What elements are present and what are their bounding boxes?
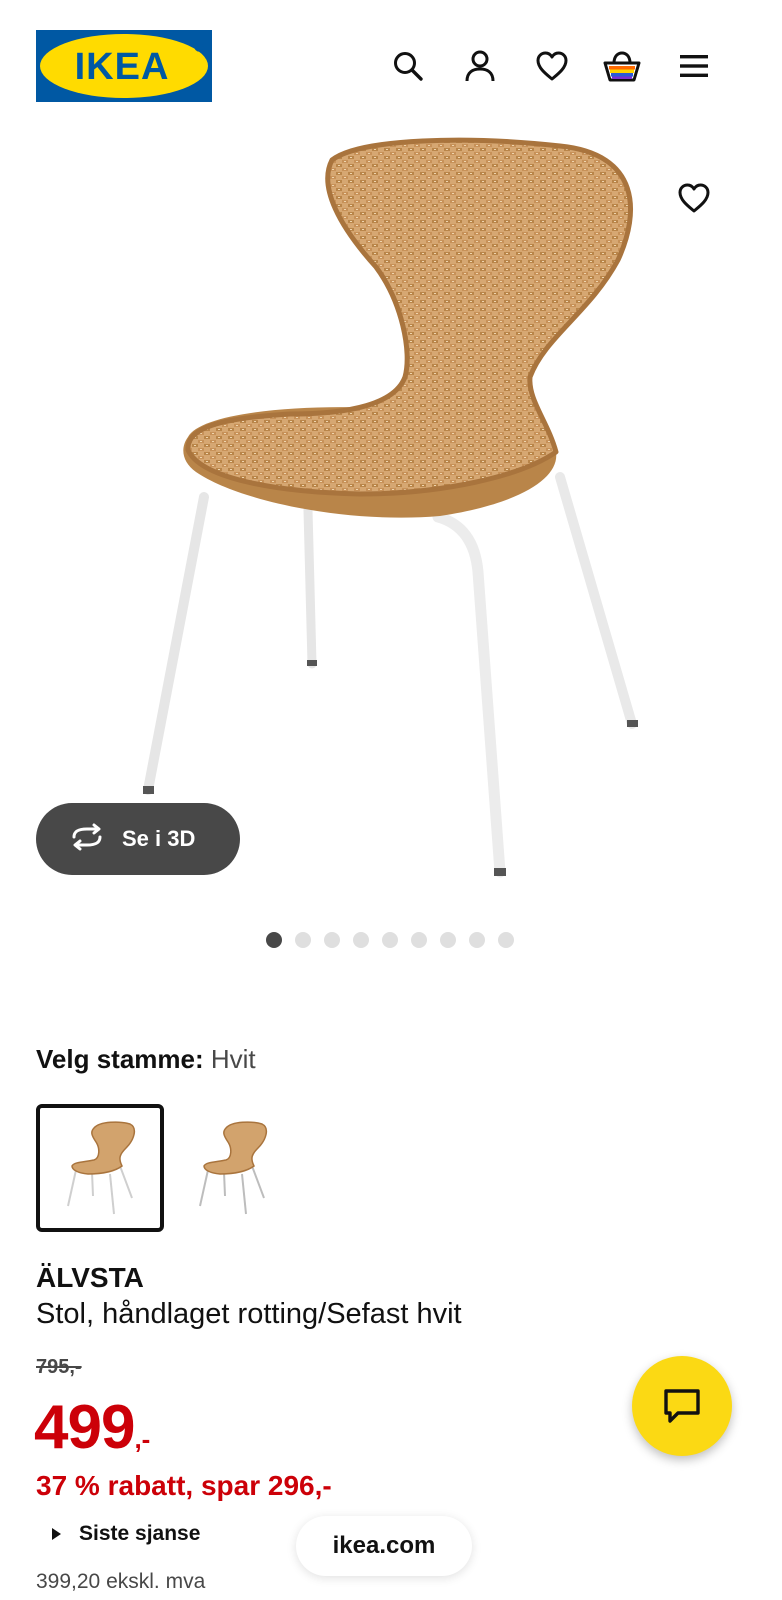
- chair-thumbnail-image: [199, 1121, 268, 1215]
- variant-label-value: Hvit: [210, 1044, 256, 1074]
- chat-button[interactable]: [632, 1356, 732, 1456]
- svg-text:IKEA: IKEA: [75, 46, 170, 88]
- account-icon[interactable]: [458, 44, 502, 88]
- gallery-dot[interactable]: [382, 932, 398, 948]
- product-image[interactable]: [0, 132, 782, 912]
- ikea-logo[interactable]: IKEA: [36, 30, 212, 102]
- gallery-dot[interactable]: [266, 932, 282, 948]
- price-main: 499: [34, 1393, 135, 1462]
- variant-option-black[interactable]: [168, 1104, 296, 1232]
- product-name: ÄLVSTA: [36, 1262, 144, 1293]
- gallery-dot[interactable]: [295, 932, 311, 948]
- last-chance-label: Siste sjanse: [79, 1522, 201, 1545]
- gallery-dot[interactable]: [411, 932, 427, 948]
- browser-url-pill[interactable]: ikea.com: [296, 1516, 472, 1576]
- rotate-3d-icon: [68, 823, 106, 855]
- gallery-dot[interactable]: [353, 932, 369, 948]
- gallery-dot[interactable]: [469, 932, 485, 948]
- gallery-dot[interactable]: [440, 932, 456, 948]
- shopping-bag-icon[interactable]: [600, 44, 644, 88]
- variant-label-key: Velg stamme:: [36, 1044, 204, 1074]
- caret-right-icon: [52, 1528, 61, 1540]
- discount-text: 37 % rabatt, spar 296,-: [36, 1470, 332, 1501]
- product-description: Stol, håndlaget rotting/Sefast hvit: [36, 1298, 462, 1330]
- site-header: IKEA: [0, 0, 782, 132]
- chair-thumbnail-image: [67, 1121, 136, 1215]
- search-icon[interactable]: [386, 44, 430, 88]
- gallery-dot[interactable]: [498, 932, 514, 948]
- variant-label: Velg stamme: Hvit: [36, 1044, 256, 1075]
- gallery-dot[interactable]: [324, 932, 340, 948]
- gallery-pagination: [266, 932, 514, 948]
- menu-icon[interactable]: [672, 44, 716, 88]
- price-suffix: ,-: [134, 1424, 151, 1454]
- current-price: 499,-: [34, 1392, 150, 1463]
- wishlist-heart-icon[interactable]: [530, 44, 574, 88]
- previous-price: 795,-: [36, 1356, 82, 1378]
- view-3d-label: Se i 3D: [122, 826, 196, 851]
- chat-bubble-icon: [664, 1389, 700, 1423]
- variant-option-white[interactable]: [36, 1104, 164, 1232]
- view-3d-button[interactable]: Se i 3D: [36, 803, 240, 875]
- favorite-heart-icon[interactable]: [672, 176, 716, 220]
- last-chance-toggle[interactable]: Siste sjanse: [52, 1522, 200, 1546]
- price-excluding-vat: 399,20 ekskl. mva: [36, 1570, 206, 1593]
